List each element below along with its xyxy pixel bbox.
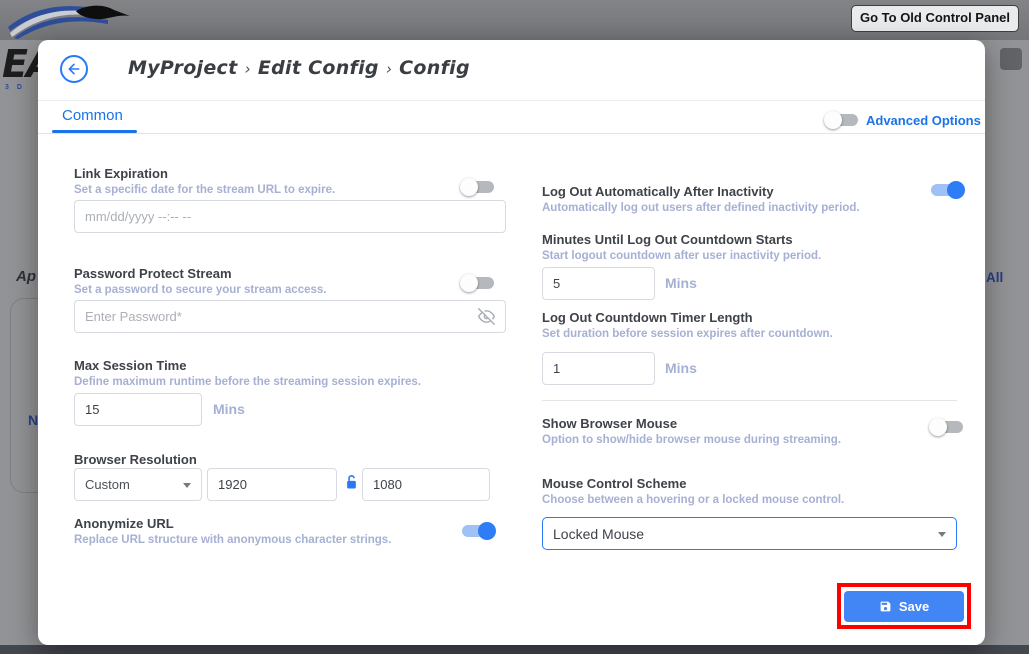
link-expiration-desc: Set a specific date for the stream URL t… [74, 184, 336, 196]
chevron-down-icon [938, 532, 946, 537]
eagle-logo-icon [8, 5, 130, 39]
tab-common[interactable]: Common [62, 107, 123, 124]
link-expiration-input[interactable] [74, 200, 506, 233]
mouse-control-scheme-label: Mouse Control Scheme [542, 476, 687, 491]
annotation-highlight-box [837, 583, 971, 629]
password-protect-label: Password Protect Stream [74, 266, 232, 281]
breadcrumb-edit-config[interactable]: Edit Config [258, 57, 379, 79]
max-session-time-unit: Mins [213, 401, 245, 417]
toggle-password-visibility-button[interactable] [477, 308, 496, 330]
section-divider [542, 400, 957, 401]
go-to-old-control-panel-button[interactable]: Go To Old Control Panel [851, 5, 1019, 32]
breadcrumb-separator: › [244, 60, 251, 78]
backdrop-view-all-link: All [986, 270, 1004, 285]
max-session-time-desc: Define maximum runtime before the stream… [74, 376, 422, 388]
resolution-preset-select[interactable]: Custom [74, 468, 202, 501]
bottom-bar [0, 645, 1029, 654]
chevron-down-icon [183, 483, 191, 488]
breadcrumb-separator: › [385, 60, 393, 78]
auto-logout-label: Log Out Automatically After Inactivity [542, 184, 774, 199]
edit-config-dialog: MyProject › Edit Config › Config Common Adva… [38, 40, 985, 645]
backdrop-new-link: N [28, 412, 39, 428]
eye-off-icon [477, 308, 496, 325]
mouse-control-scheme-select[interactable]: Locked Mouse [542, 517, 957, 550]
browser-resolution-label: Browser Resolution [74, 452, 197, 467]
mouse-control-scheme-desc: Choose between a hovering or a locked mo… [542, 494, 845, 506]
breadcrumb: MyProject › Edit Config › Config [128, 57, 470, 79]
countdown-length-desc: Set duration before session expires afte… [542, 328, 833, 340]
show-browser-mouse-toggle[interactable] [929, 418, 965, 436]
show-browser-mouse-label: Show Browser Mouse [542, 416, 678, 431]
countdown-start-unit: Mins [665, 275, 697, 291]
password-protect-desc: Set a password to secure your stream acc… [74, 284, 327, 296]
countdown-start-label: Minutes Until Log Out Countdown Starts [542, 232, 793, 247]
back-arrow-icon [68, 63, 80, 75]
max-session-time-label: Max Session Time [74, 358, 187, 373]
tab-row-divider [38, 133, 985, 134]
max-session-time-input[interactable] [74, 393, 202, 426]
password-protect-toggle[interactable] [460, 274, 496, 292]
password-input[interactable] [74, 300, 506, 333]
backdrop-avatar [1000, 48, 1022, 70]
countdown-start-desc: Start logout countdown after user inacti… [542, 250, 822, 262]
resolution-height-input[interactable] [362, 468, 490, 501]
header-divider [38, 100, 985, 101]
show-browser-mouse-desc: Option to show/hide browser mouse during… [542, 434, 842, 446]
auto-logout-desc: Automatically log out users after define… [542, 202, 860, 214]
back-button[interactable] [60, 55, 88, 83]
brand-logo-subtext: 3 D [5, 84, 25, 91]
countdown-length-label: Log Out Countdown Timer Length [542, 310, 753, 325]
link-expiration-label: Link Expiration [74, 166, 168, 181]
top-navigation-bar: Go To Old Control Panel [0, 0, 1029, 40]
countdown-length-input[interactable] [542, 352, 655, 385]
aspect-lock-button[interactable] [345, 474, 358, 495]
breadcrumb-project[interactable]: MyProject [128, 57, 238, 79]
anonymize-url-toggle[interactable] [460, 522, 496, 540]
auto-logout-toggle[interactable] [929, 181, 965, 199]
resolution-width-input[interactable] [207, 468, 337, 501]
anonymize-url-desc: Replace URL structure with anonymous cha… [74, 534, 392, 546]
anonymize-url-label: Anonymize URL [74, 516, 174, 531]
advanced-options-label: Advanced Options [866, 113, 981, 128]
link-expiration-toggle[interactable] [460, 178, 496, 196]
advanced-options-toggle[interactable] [824, 111, 860, 129]
countdown-start-input[interactable] [542, 267, 655, 300]
countdown-length-unit: Mins [665, 360, 697, 376]
lock-open-icon [347, 474, 356, 489]
backdrop-section-heading: Ap [16, 268, 36, 285]
breadcrumb-config: Config [399, 57, 470, 79]
